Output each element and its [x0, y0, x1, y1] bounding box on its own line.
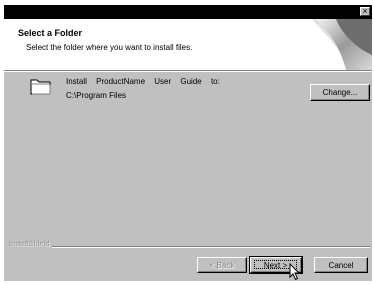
- page-subtitle: Select the folder where you want to inst…: [26, 43, 193, 52]
- back-button[interactable]: < Back: [197, 257, 247, 273]
- page-curl-graphic: [312, 19, 372, 70]
- installer-window: × Select a Folder Select the folder wher…: [4, 5, 372, 281]
- footer-divider: [52, 246, 370, 248]
- header-divider: [4, 70, 372, 72]
- header-panel: Select a Folder Select the folder where …: [4, 19, 372, 70]
- installshield-brand: InstallShield: [10, 242, 51, 249]
- folder-icon: [30, 79, 51, 95]
- close-button[interactable]: ×: [360, 7, 370, 16]
- mouse-pointer-icon: [289, 263, 301, 281]
- install-path: C:\Program Files: [66, 91, 127, 100]
- install-destination-label: Install ProductName User Guide to:: [66, 77, 220, 86]
- title-bar[interactable]: ×: [4, 5, 372, 19]
- change-button[interactable]: Change...: [310, 84, 370, 101]
- page-title: Select a Folder: [18, 28, 83, 38]
- cancel-button[interactable]: Cancel: [314, 257, 368, 273]
